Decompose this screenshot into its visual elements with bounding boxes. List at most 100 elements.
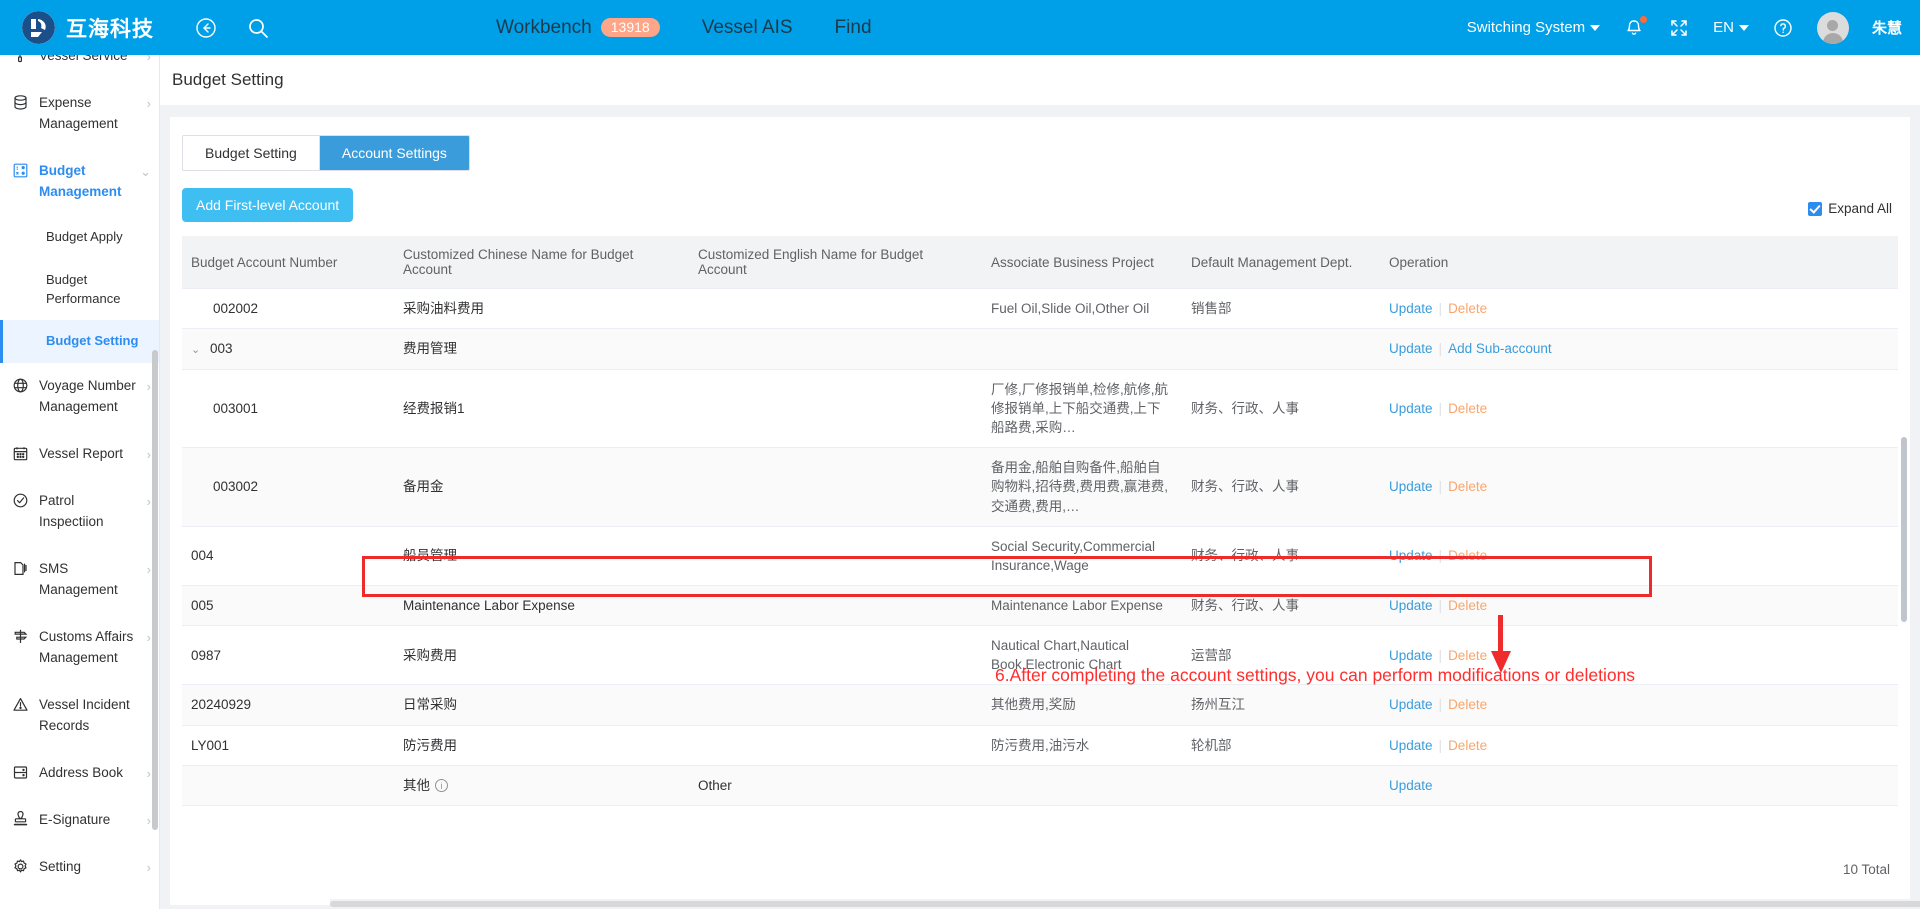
documents-icon: [12, 560, 29, 577]
sidebar-item-customs-affairs-management[interactable]: Customs Affairs Management ›: [0, 614, 159, 682]
cell-en-name: [689, 684, 982, 726]
sidebar-subitem-budget-performance[interactable]: Budget Performance: [0, 259, 159, 321]
operation-delete[interactable]: Delete: [1448, 479, 1487, 494]
user-name[interactable]: 朱慧: [1872, 17, 1902, 38]
sidebar-scrollbar[interactable]: [152, 350, 158, 830]
table-row[interactable]: 002002 采购油料费用 Fuel Oil,Slide Oil,Other Oil…: [182, 288, 1898, 330]
tab-budget-setting[interactable]: Budget Setting: [183, 136, 320, 170]
chevron-right-icon: ›: [146, 379, 151, 395]
sidebar-label: Expense Management: [39, 95, 118, 132]
chevron-down-icon[interactable]: ⌄: [191, 343, 205, 359]
table-row[interactable]: 003002 备用金 备用金,船舶自购备件,船舶自购物料,招待费,费用费,赢港费,交…: [182, 447, 1898, 527]
sidebar-item-vessel-service[interactable]: Vessel Service ›: [0, 55, 159, 80]
operation-update[interactable]: Update: [1389, 479, 1433, 494]
info-icon[interactable]: i: [435, 778, 448, 792]
chevron-right-icon: ›: [146, 562, 151, 578]
nav-find[interactable]: Find: [835, 17, 872, 39]
cell-account-number: LY001: [182, 725, 394, 766]
cell-cn-name: 经费报销1: [394, 369, 689, 449]
operation-update[interactable]: Update: [1389, 738, 1433, 753]
language-selector[interactable]: EN: [1713, 19, 1749, 36]
table-row[interactable]: 005 Maintenance Labor Expense Maintenance …: [182, 585, 1898, 627]
bell-icon[interactable]: [1623, 15, 1648, 39]
checkbox-icon[interactable]: [1808, 201, 1823, 216]
operation-delete[interactable]: Delete: [1448, 738, 1487, 753]
horizontal-scrollbar-thumb[interactable]: [330, 901, 1920, 907]
content-scrollbar[interactable]: [1901, 437, 1907, 622]
cell-account-number: 20240929: [182, 684, 394, 726]
operation-update[interactable]: Update: [1389, 401, 1433, 416]
table-row[interactable]: 003001 经费报销1 厂修,厂修报销单,检修,航修,航修报销单,上下船交通费,上…: [182, 369, 1898, 449]
operation-separator: |: [1438, 479, 1443, 495]
sidebar-item-vessel-report[interactable]: Vessel Report ›: [0, 431, 159, 478]
chevron-right-icon: ›: [146, 55, 151, 64]
sidebar-subitem-budget-apply[interactable]: Budget Apply: [0, 216, 159, 259]
sidebar-item-e-signature[interactable]: E-Signature ›: [0, 797, 159, 844]
table-row[interactable]: 20240929 日常采购 其他费用,奖励 扬州互江 Update | Delete: [182, 684, 1898, 726]
cell-operation: Update | Delete: [1380, 526, 1898, 587]
table-row[interactable]: 004 船员管理 Social Security,Commercial Insura…: [182, 526, 1898, 587]
nav-workbench[interactable]: Workbench 13918: [496, 17, 660, 39]
help-circle-icon[interactable]: [1772, 17, 1794, 39]
operation-delete[interactable]: Delete: [1448, 598, 1487, 613]
sidebar-item-voyage-number-management[interactable]: Voyage Number Management ›: [0, 363, 159, 431]
operation-update[interactable]: Update: [1389, 301, 1433, 316]
operation-update[interactable]: Update: [1389, 341, 1433, 356]
table-row[interactable]: LY001 防污费用 防污费用,油污水 轮机部 Update | Delete: [182, 725, 1898, 766]
horizontal-scrollbar[interactable]: [330, 899, 1920, 909]
switching-system-label: Switching System: [1466, 19, 1586, 36]
chevron-down-icon: [1738, 24, 1749, 31]
expand-all-checkbox[interactable]: Expand All: [1808, 201, 1892, 216]
cell-associate-project: Social Security,Commercial Insurance,Wag…: [982, 526, 1182, 587]
workbench-badge: 13918: [600, 18, 660, 37]
sidebar-item-budget-management[interactable]: Budget Management ⌄: [0, 148, 159, 216]
operation-update[interactable]: Update: [1389, 697, 1433, 712]
operation-separator: |: [1438, 548, 1443, 564]
account-number-value: 005: [191, 598, 214, 614]
operation-update[interactable]: Update: [1389, 648, 1433, 663]
sidebar-item-address-book[interactable]: Address Book ›: [0, 750, 159, 797]
back-arrow-icon[interactable]: [195, 17, 217, 39]
sidebar-item-setting[interactable]: Setting ›: [0, 844, 159, 891]
chevron-right-icon: ›: [146, 96, 151, 112]
operation-add-sub-account[interactable]: Add Sub-account: [1448, 341, 1552, 356]
account-number-value: 20240929: [191, 697, 252, 713]
operation-update[interactable]: Update: [1389, 598, 1433, 613]
operation-separator: |: [1438, 341, 1443, 357]
cell-associate-project: [982, 765, 1182, 806]
operation-delete[interactable]: Delete: [1448, 401, 1487, 416]
nav-vessel-ais[interactable]: Vessel AIS: [702, 17, 793, 39]
sidebar-sublabel: Budget Setting: [46, 333, 139, 349]
tab-account-settings[interactable]: Account Settings: [319, 136, 469, 170]
sidebar-subitem-budget-setting[interactable]: Budget Setting: [0, 320, 159, 364]
sidebar-item-expense-management[interactable]: Expense Management ›: [0, 80, 159, 148]
company-logo-icon: [22, 11, 55, 44]
cell-en-name: [689, 369, 982, 449]
cell-operation: Update | Delete: [1380, 288, 1898, 330]
operation-delete[interactable]: Delete: [1448, 648, 1487, 663]
table-row[interactable]: ⌄ 003 费用管理 Update | Add Sub-account: [182, 328, 1898, 370]
sidebar-label: Address Book: [39, 764, 124, 780]
col-default-management-dept: Default Management Dept.: [1182, 236, 1380, 289]
operation-update[interactable]: Update: [1389, 548, 1433, 563]
chevron-right-icon: ›: [146, 629, 151, 645]
notification-dot: [1640, 15, 1648, 23]
switching-system-dropdown[interactable]: Switching System: [1466, 19, 1601, 36]
brand-logo-area[interactable]: 互海科技: [0, 11, 180, 44]
stamp-icon: [12, 810, 29, 828]
operation-delete[interactable]: Delete: [1448, 301, 1487, 316]
avatar[interactable]: [1816, 11, 1849, 44]
search-icon[interactable]: [247, 17, 269, 39]
operation-delete[interactable]: Delete: [1448, 548, 1487, 563]
cell-operation: Update | Delete: [1380, 725, 1898, 766]
sidebar-item-sms-management[interactable]: SMS Management ›: [0, 546, 159, 614]
table-row[interactable]: 其他 i Other Update: [182, 765, 1898, 806]
sidebar-item-patrol-inspection[interactable]: Patrol Inspectiion ›: [0, 478, 159, 546]
nav-workbench-label: Workbench: [496, 16, 592, 38]
table-body: 002002 采购油料费用 Fuel Oil,Slide Oil,Other Oil…: [182, 288, 1898, 806]
operation-delete[interactable]: Delete: [1448, 697, 1487, 712]
add-first-level-account-button[interactable]: Add First-level Account: [182, 188, 354, 222]
operation-update[interactable]: Update: [1389, 778, 1433, 793]
fullscreen-icon[interactable]: [1668, 17, 1690, 39]
sidebar-item-vessel-incident-records[interactable]: Vessel Incident Records: [0, 682, 159, 750]
